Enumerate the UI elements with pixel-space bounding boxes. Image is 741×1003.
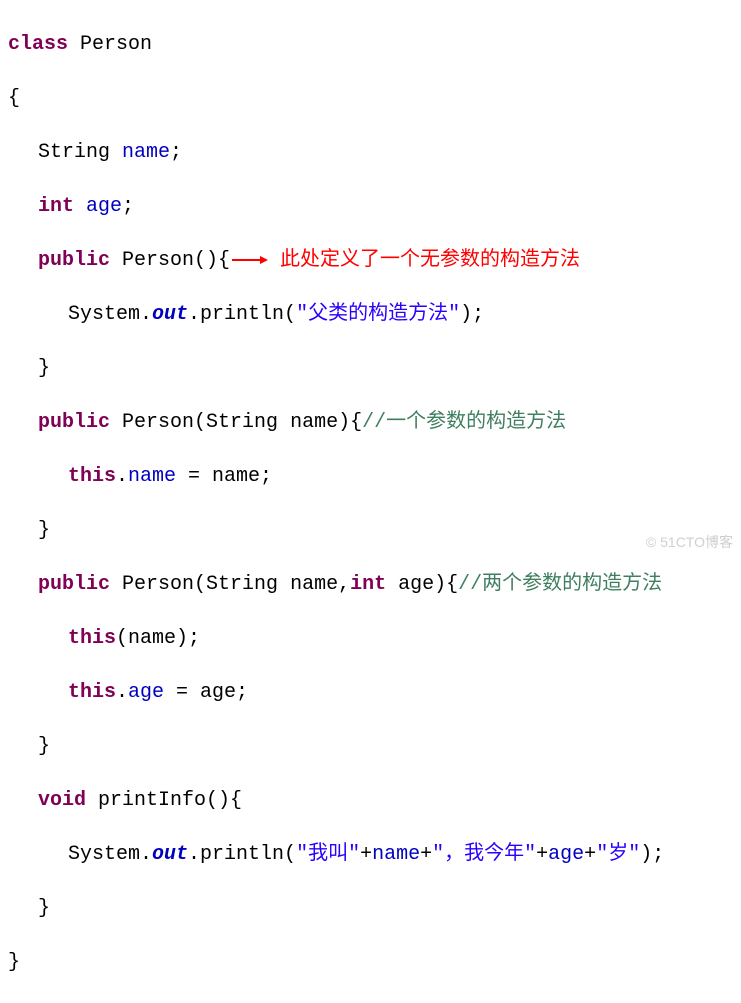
dot: . xyxy=(116,465,128,488)
string-literal: "，我今年" xyxy=(432,843,536,866)
code-line: class Person xyxy=(8,31,741,58)
assign: = name; xyxy=(176,465,272,488)
plus: + xyxy=(420,843,432,866)
watermark-text: © 51CTO博客 xyxy=(646,532,733,552)
method-name: printInfo xyxy=(86,789,206,812)
paren: ( xyxy=(194,411,206,434)
var-age: age xyxy=(74,195,122,218)
comment: //一个参数的构造方法 xyxy=(362,411,566,434)
code-line: public Person(){ 此处定义了一个无参数的构造方法 xyxy=(8,247,741,274)
var: age xyxy=(548,843,584,866)
field: name xyxy=(128,465,176,488)
system: System. xyxy=(68,843,152,866)
out-field: out xyxy=(152,303,188,326)
brace: } xyxy=(38,735,50,758)
string-literal: "父类的构造方法" xyxy=(296,303,460,326)
system: System. xyxy=(68,303,152,326)
field: age xyxy=(128,681,164,704)
paren: ( xyxy=(194,573,206,596)
code-line: } xyxy=(8,733,741,760)
code-line: this.age = age; xyxy=(8,679,741,706)
comment: //两个参数的构造方法 xyxy=(458,573,662,596)
paren: ){ xyxy=(338,411,362,434)
arrow-icon xyxy=(230,247,268,274)
keyword-void: void xyxy=(38,789,86,812)
param-name: name, xyxy=(278,573,350,596)
string-literal: "我叫" xyxy=(296,843,360,866)
brace: } xyxy=(8,951,20,974)
println: .println( xyxy=(188,843,296,866)
code-line: this(name); xyxy=(8,625,741,652)
end: ); xyxy=(640,843,664,866)
plus: + xyxy=(360,843,372,866)
string-literal: "岁" xyxy=(596,843,640,866)
plus: + xyxy=(584,843,596,866)
keyword-this: this xyxy=(68,681,116,704)
brace: } xyxy=(38,897,50,920)
keyword-public: public xyxy=(38,411,110,434)
keyword-this: this xyxy=(68,465,116,488)
ctor-name: Person xyxy=(110,411,194,434)
call: (name); xyxy=(116,627,200,650)
param-name: age xyxy=(386,573,434,596)
keyword-public: public xyxy=(38,573,110,596)
annotation-red: 此处定义了一个无参数的构造方法 xyxy=(268,249,580,272)
param-type: String xyxy=(206,573,278,596)
code-line: public Person(String name,int age){//两个参… xyxy=(8,571,741,598)
code-block: class Person { String name; int age; pub… xyxy=(0,0,741,1003)
parens: (){ xyxy=(206,789,242,812)
semi: ; xyxy=(122,195,134,218)
code-line: String name; xyxy=(8,139,741,166)
brace: } xyxy=(38,519,50,542)
keyword-class: class xyxy=(8,33,68,56)
end: ); xyxy=(460,303,484,326)
code-line: } xyxy=(8,949,741,976)
assign: = age; xyxy=(164,681,248,704)
code-line: void printInfo(){ xyxy=(8,787,741,814)
plus: + xyxy=(536,843,548,866)
code-line: } xyxy=(8,355,741,382)
paren: ){ xyxy=(434,573,458,596)
param-name: name xyxy=(278,411,338,434)
code-line: } xyxy=(8,895,741,922)
code-line: { xyxy=(8,85,741,112)
var-name: name xyxy=(110,141,170,164)
code-line: this.name = name; xyxy=(8,463,741,490)
keyword-public: public xyxy=(38,249,110,272)
param-type: String xyxy=(206,411,278,434)
semi: ; xyxy=(170,141,182,164)
keyword-int: int xyxy=(38,195,74,218)
ctor-name: Person xyxy=(110,573,194,596)
class-name: Person xyxy=(68,33,152,56)
keyword-this: this xyxy=(68,627,116,650)
code-line: System.out.println("父类的构造方法"); xyxy=(8,301,741,328)
type-string: String xyxy=(38,141,110,164)
dot: . xyxy=(116,681,128,704)
brace: { xyxy=(8,87,20,110)
out-field: out xyxy=(152,843,188,866)
brace: } xyxy=(38,357,50,380)
var: name xyxy=(372,843,420,866)
code-line: System.out.println("我叫"+name+"，我今年"+age+… xyxy=(8,841,741,868)
code-line: public Person(String name){//一个参数的构造方法 xyxy=(8,409,741,436)
keyword-int: int xyxy=(350,573,386,596)
code-line: int age; xyxy=(8,193,741,220)
code-line: } xyxy=(8,517,741,544)
println: .println( xyxy=(188,303,296,326)
parens: (){ xyxy=(194,249,230,272)
ctor-name: Person xyxy=(110,249,194,272)
